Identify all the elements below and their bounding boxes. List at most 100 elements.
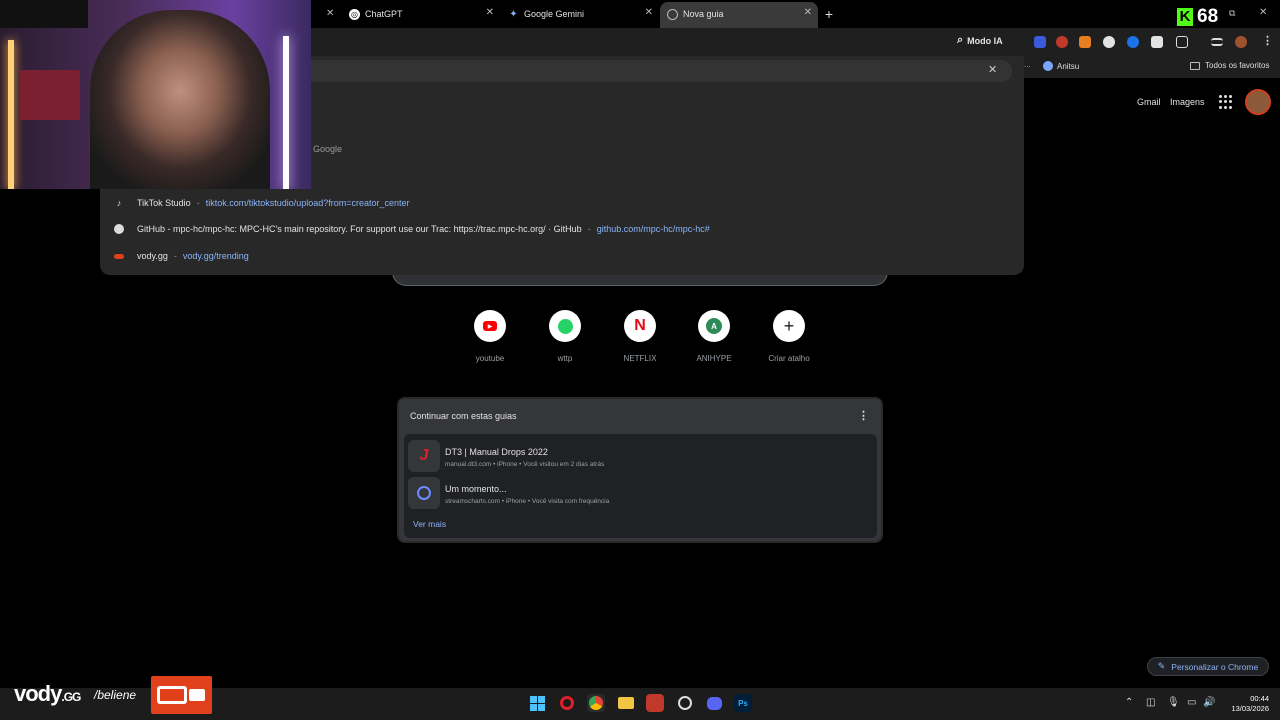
new-tab-button[interactable]: +	[821, 6, 837, 22]
anitsu-icon	[1043, 61, 1053, 71]
extension-icon[interactable]	[1151, 36, 1163, 48]
account-avatar[interactable]	[1245, 89, 1271, 115]
tab-nova-guia[interactable]: Nova guia ✕	[667, 4, 812, 24]
images-link[interactable]: Imagens	[1170, 97, 1205, 107]
shortcut-label: wttp	[557, 354, 573, 363]
card-menu-icon[interactable]: ⋮	[858, 409, 869, 422]
plus-icon: +	[773, 310, 805, 342]
background-shelf	[20, 70, 80, 120]
shortcut-label: Criar atalho	[768, 354, 810, 363]
tab-label: Nova guia	[683, 9, 724, 19]
system-clock[interactable]: 00:44 13/03/2026	[1225, 694, 1269, 714]
suggestion-row[interactable]: ♪ TikTok Studio - tiktok.com/tiktokstudi…	[113, 196, 410, 210]
shortcut-label: NETFLIX	[623, 354, 657, 363]
extension-icon[interactable]	[1056, 36, 1068, 48]
restore-icon[interactable]: ⧉	[1229, 8, 1235, 19]
extension-icon[interactable]	[1034, 36, 1046, 48]
kick-viewer-counter: K 68	[1177, 6, 1218, 28]
shortcut-anihype[interactable]: A ANIHYPE	[684, 310, 744, 363]
suggestion-title: vody.gg	[137, 251, 168, 261]
github-icon	[113, 223, 125, 235]
personalize-chrome-button[interactable]: ✎ Personalizar o Chrome	[1147, 657, 1269, 676]
chrome-icon	[667, 8, 678, 20]
suggestion-url: github.com/mpc-hc/mpc-hc#	[596, 224, 710, 234]
google-apps-icon[interactable]	[1219, 95, 1233, 109]
chrome-taskbar-icon[interactable]	[587, 694, 605, 712]
viewer-count: 68	[1197, 6, 1219, 27]
tab-chatgpt[interactable]: ◎ ChatGPT ✕	[349, 4, 494, 24]
app-icon[interactable]	[676, 694, 694, 712]
dt3-icon: J	[408, 440, 440, 472]
modo-ia-label: Modo IA	[967, 35, 1003, 46]
bookmarks-overflow[interactable]: ...	[1024, 60, 1031, 69]
card-item[interactable]: Um momento... streamscharts.com • iPhone…	[408, 477, 868, 509]
all-bookmarks-button[interactable]: Todos os favoritos	[1190, 61, 1269, 70]
photoshop-icon[interactable]: Ps	[734, 694, 752, 712]
shortcut-netflix[interactable]: N NETFLIX	[610, 310, 670, 363]
close-tab-icon[interactable]: ✕	[645, 7, 653, 18]
kick-logo-icon: K	[1177, 8, 1193, 26]
suggestion-title: TikTok Studio	[137, 198, 191, 208]
profile-avatar-icon[interactable]	[1235, 36, 1247, 48]
windows-start-icon[interactable]	[528, 694, 546, 712]
close-window-icon[interactable]: ✕	[1259, 7, 1267, 18]
suggestion-url: tiktok.com/tiktokstudio/upload?from=crea…	[205, 198, 410, 208]
webcam-corner	[0, 0, 88, 28]
suggestion-row[interactable]: vody.gg - vody.gg/trending	[113, 249, 249, 263]
tab-gemini[interactable]: ✦ Google Gemini ✕	[508, 4, 653, 24]
close-tab-icon[interactable]: ✕	[326, 8, 334, 19]
tab-label: Google Gemini	[524, 9, 585, 19]
bookmark-anitsu[interactable]: Anitsu	[1043, 61, 1079, 71]
separator: -	[587, 224, 591, 234]
menu-kebab-icon[interactable]: ⋮	[1262, 34, 1273, 47]
shortcut-create[interactable]: + Criar atalho	[759, 310, 819, 363]
chatgpt-icon: ◎	[349, 8, 360, 20]
file-explorer-icon[interactable]	[617, 694, 635, 712]
modo-ia-button[interactable]: ⌕ Modo IA	[957, 34, 1003, 47]
app-icon[interactable]	[646, 694, 664, 712]
personalize-label: Personalizar o Chrome	[1171, 661, 1259, 672]
separator: -	[173, 251, 177, 261]
folder-icon	[1190, 61, 1200, 70]
shortcut-wttp[interactable]: wttp	[535, 310, 595, 363]
tab-label: ChatGPT	[365, 9, 403, 19]
tray-overflow-icon[interactable]: ⌃	[1125, 697, 1133, 708]
gemini-icon: ✦	[509, 8, 518, 20]
tray-app-icon[interactable]: ◫	[1146, 697, 1155, 708]
tab-search-icon[interactable]	[1211, 38, 1223, 46]
card-item-title: Um momento...	[445, 484, 507, 494]
card-title: Continuar com estas guias	[410, 411, 517, 421]
microphone-icon[interactable]: 🎙	[1167, 697, 1180, 708]
opera-icon[interactable]	[558, 694, 576, 712]
vody-icon	[113, 250, 125, 262]
omnibox-input[interactable]	[300, 60, 1012, 82]
streamscharts-icon	[408, 477, 440, 509]
netflix-icon: N	[624, 310, 656, 342]
shortcut-label: youtube	[475, 354, 505, 363]
suggestion-url: vody.gg/trending	[182, 251, 249, 261]
see-more-link[interactable]: Ver mais	[413, 519, 446, 529]
pencil-icon: ✎	[1157, 661, 1166, 671]
shortcut-youtube[interactable]: ▶ youtube	[460, 310, 520, 363]
suggestion-row[interactable]: GitHub - mpc-hc/mpc-hc: MPC-HC's main re…	[113, 222, 710, 236]
clear-icon[interactable]: ✕	[988, 63, 997, 76]
puzzle-extensions-icon[interactable]	[1176, 36, 1188, 48]
close-tab-icon[interactable]: ✕	[486, 7, 494, 18]
extension-icon[interactable]	[1127, 36, 1139, 48]
discord-icon[interactable]	[705, 694, 723, 712]
network-icon[interactable]: ▭	[1187, 697, 1196, 708]
search-icon: ⌕	[957, 34, 964, 46]
close-tab-icon[interactable]: ✕	[804, 7, 812, 18]
suggestion-google[interactable]: Google	[313, 144, 342, 154]
extension-icon[interactable]	[1103, 36, 1115, 48]
card-item-meta: manual.dt3.com • iPhone • Você visitou e…	[445, 461, 605, 468]
card-item[interactable]: J DT3 | Manual Drops 2022 manual.dt3.com…	[408, 440, 868, 472]
gmail-link[interactable]: Gmail	[1137, 97, 1161, 107]
volume-icon[interactable]: 🔊	[1203, 697, 1215, 708]
extension-icon[interactable]	[1079, 36, 1091, 48]
clock-date: 13/03/2026	[1231, 704, 1269, 713]
vody-badge-icon	[151, 676, 212, 714]
tiktok-icon: ♪	[116, 198, 122, 208]
whatsapp-icon	[549, 310, 581, 342]
bookmark-label: Anitsu	[1057, 61, 1080, 71]
